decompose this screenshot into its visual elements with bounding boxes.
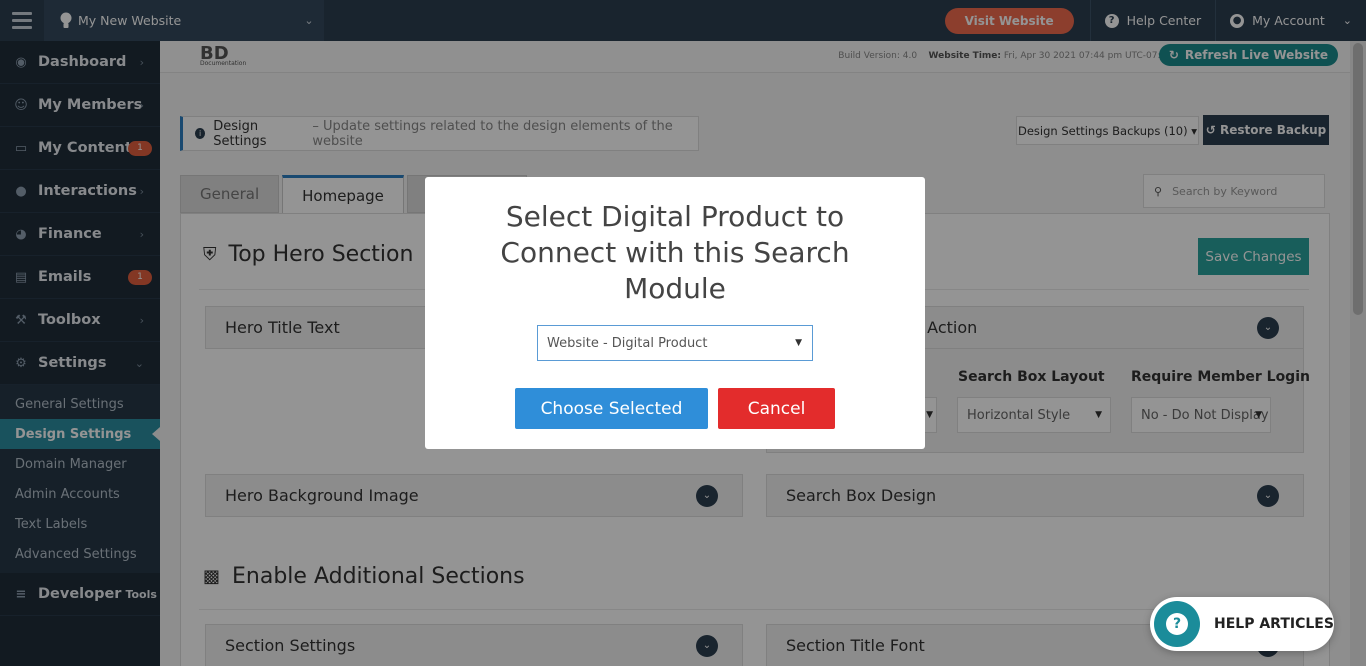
- caret-down-icon: ▼: [795, 338, 802, 348]
- select-value: Website - Digital Product: [547, 335, 708, 351]
- modal-title: Select Digital Product to Connect with t…: [500, 200, 850, 305]
- digital-product-select[interactable]: Website - Digital Product ▼: [537, 325, 813, 361]
- cancel-button[interactable]: Cancel: [718, 388, 835, 429]
- question-icon: ?: [1166, 613, 1188, 635]
- help-articles-label: HELP ARTICLES: [1214, 616, 1334, 632]
- choose-selected-button[interactable]: Choose Selected: [515, 388, 708, 429]
- help-circle: ?: [1154, 601, 1200, 647]
- help-articles-button[interactable]: ? HELP ARTICLES: [1150, 597, 1334, 651]
- select-product-modal: Select Digital Product to Connect with t…: [425, 177, 925, 449]
